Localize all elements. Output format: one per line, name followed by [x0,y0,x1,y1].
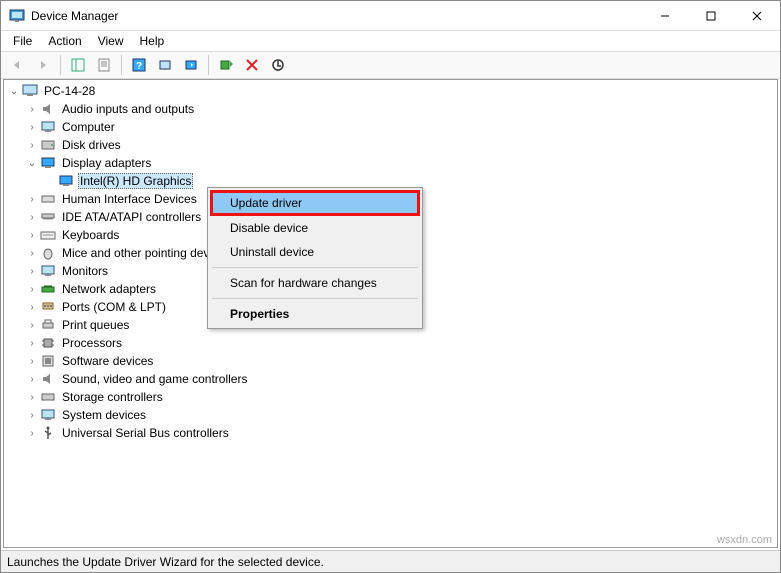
expand-icon[interactable]: › [26,265,38,277]
expand-icon[interactable]: › [26,211,38,223]
usb-icon [40,425,56,441]
separator [208,55,209,75]
tree-root-label: PC-14-28 [42,84,97,98]
ctx-uninstall-device[interactable]: Uninstall device [210,240,420,264]
system-icon [40,407,56,423]
tree-root[interactable]: ⌄ PC-14-28 [4,82,777,100]
monitor-icon [40,263,56,279]
toolbar: ? [1,51,780,79]
svg-text:?: ? [136,61,142,72]
network-icon [40,281,56,297]
mouse-icon [40,245,56,261]
port-icon [40,299,56,315]
properties-button[interactable] [92,53,116,77]
scan-hardware-button[interactable] [153,53,177,77]
audio-icon [40,101,56,117]
ctx-scan-hardware[interactable]: Scan for hardware changes [210,271,420,295]
ctx-properties[interactable]: Properties [210,302,420,326]
keyboard-icon [40,227,56,243]
expand-icon[interactable]: › [26,391,38,403]
tree-item-audio[interactable]: ›Audio inputs and outputs [4,100,777,118]
menu-file[interactable]: File [5,32,40,50]
expand-icon[interactable]: › [26,409,38,421]
expand-icon[interactable]: › [26,247,38,259]
update-driver-button[interactable] [179,53,203,77]
uninstall-button[interactable] [240,53,264,77]
disk-icon [40,137,56,153]
tree-item-computer[interactable]: ›Computer [4,118,777,136]
show-hide-console-tree-button[interactable] [66,53,90,77]
display-icon [58,173,74,189]
app-icon [9,8,25,24]
software-icon [40,353,56,369]
watermark: wsxdn.com [717,534,772,546]
tree-item-storage-controllers[interactable]: ›Storage controllers [4,388,777,406]
collapse-icon[interactable]: ⌄ [26,157,38,169]
maximize-button[interactable] [688,1,734,31]
back-button [5,53,29,77]
minimize-button[interactable] [642,1,688,31]
window-title: Device Manager [31,9,642,23]
expand-icon[interactable]: › [26,319,38,331]
expand-icon[interactable]: › [26,193,38,205]
expand-icon[interactable]: › [26,355,38,367]
computer-icon [40,119,56,135]
context-menu: Update driver Disable device Uninstall d… [207,187,423,329]
expand-icon[interactable]: › [26,139,38,151]
ctx-update-driver[interactable]: Update driver [210,190,420,216]
expand-icon[interactable]: › [26,427,38,439]
ide-icon [40,209,56,225]
tree-item-system-devices[interactable]: ›System devices [4,406,777,424]
expand-icon[interactable]: › [26,283,38,295]
expand-icon[interactable]: › [26,373,38,385]
menu-help[interactable]: Help [132,32,173,50]
computer-icon [22,83,38,99]
close-button[interactable] [734,1,780,31]
sound-icon [40,371,56,387]
storage-icon [40,389,56,405]
tree-item-sound-video[interactable]: ›Sound, video and game controllers [4,370,777,388]
disable-button[interactable] [266,53,290,77]
tree-item-display-adapters[interactable]: ⌄Display adapters [4,154,777,172]
ctx-disable-device[interactable]: Disable device [210,216,420,240]
separator [121,55,122,75]
menu-view[interactable]: View [90,32,132,50]
status-text: Launches the Update Driver Wizard for th… [7,555,324,569]
display-icon [40,155,56,171]
collapse-icon[interactable]: ⌄ [8,85,20,97]
separator [60,55,61,75]
statusbar: Launches the Update Driver Wizard for th… [1,550,780,572]
titlebar: Device Manager [1,1,780,31]
help-button[interactable]: ? [127,53,151,77]
enable-button[interactable] [214,53,238,77]
menu-action[interactable]: Action [40,32,89,50]
expand-icon[interactable]: › [26,229,38,241]
leaf-spacer [44,175,56,187]
hid-icon [40,191,56,207]
expand-icon[interactable]: › [26,121,38,133]
tree-item-usb[interactable]: ›Universal Serial Bus controllers [4,424,777,442]
menubar: File Action View Help [1,31,780,51]
expand-icon[interactable]: › [26,103,38,115]
printer-icon [40,317,56,333]
tree-item-disk-drives[interactable]: ›Disk drives [4,136,777,154]
expand-icon[interactable]: › [26,337,38,349]
tree-item-software-devices[interactable]: ›Software devices [4,352,777,370]
tree-item-processors[interactable]: ›Processors [4,334,777,352]
forward-button [31,53,55,77]
separator [212,267,418,268]
expand-icon[interactable]: › [26,301,38,313]
cpu-icon [40,335,56,351]
separator [212,298,418,299]
